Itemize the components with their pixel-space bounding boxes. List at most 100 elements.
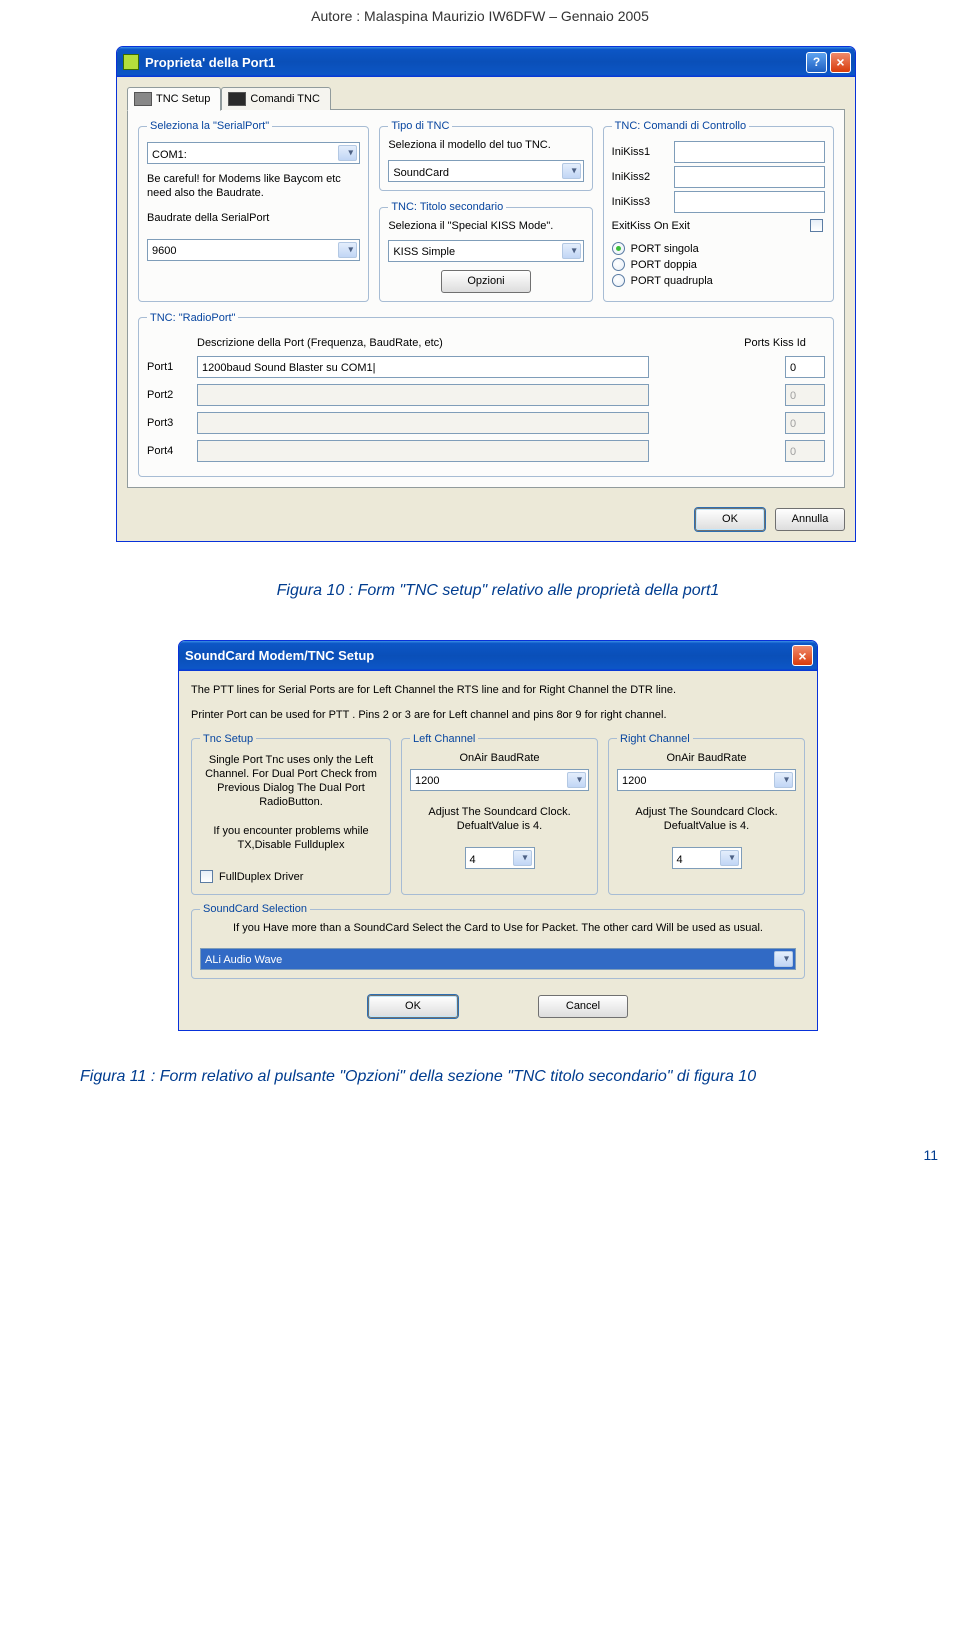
exitkiss-label: ExitKiss On Exit	[612, 220, 690, 232]
left-clock-dropdown[interactable]: 4	[465, 847, 535, 869]
radio-icon	[612, 274, 625, 287]
desc-header: Descrizione della Port (Frequenza, BaudR…	[197, 336, 559, 350]
left-clock-label: Adjust The Soundcard Clock. DefualtValue…	[410, 805, 589, 834]
soundcard-sel-text: If you Have more than a SoundCard Select…	[200, 921, 796, 935]
group-comandi-controllo: TNC: Comandi di Controllo IniKiss1 IniKi…	[603, 120, 834, 302]
baudrate-label: Baudrate della SerialPort	[147, 211, 360, 225]
soundcard-dropdown[interactable]: ALi Audio Wave	[200, 948, 796, 970]
comandi-icon	[228, 92, 246, 106]
exitkiss-checkbox[interactable]	[810, 219, 823, 232]
legend: Tnc Setup	[200, 733, 256, 745]
serialport-dropdown[interactable]: COM1:	[147, 142, 360, 164]
inikiss1-input[interactable]	[674, 141, 825, 163]
port3-kissid-input: 0	[785, 412, 825, 434]
port2-kissid-value: 0	[790, 390, 796, 402]
port3-label: Port3	[147, 417, 189, 429]
page-number: 11	[0, 1147, 960, 1163]
dialog2-titlebar[interactable]: SoundCard Modem/TNC Setup ×	[179, 641, 817, 671]
tab-tnc-setup[interactable]: TNC Setup	[127, 87, 221, 111]
group-tnc-setup: Tnc Setup Single Port Tnc uses only the …	[191, 733, 391, 896]
port-singola-radio[interactable]: PORT singola	[612, 242, 825, 255]
serial-warning: Be careful! for Modems like Baycom etc n…	[147, 172, 360, 201]
intro-text-1: The PTT lines for Serial Ports are for L…	[191, 683, 805, 698]
annulla-label: Annulla	[792, 513, 829, 525]
port1-desc-value: 1200baud Sound Blaster su COM1|	[202, 362, 375, 374]
fullduplex-label: FullDuplex Driver	[219, 871, 303, 883]
app-icon	[123, 54, 139, 70]
left-clock-value: 4	[470, 854, 476, 866]
port3-desc-input	[197, 412, 649, 434]
legend: Right Channel	[617, 733, 693, 745]
intro-text-2: Printer Port can be used for PTT . Pins …	[191, 708, 805, 723]
port1-desc-input[interactable]: 1200baud Sound Blaster su COM1|	[197, 356, 649, 378]
port4-label: Port4	[147, 445, 189, 457]
dialog1-titlebar[interactable]: Proprieta' della Port1 ? ×	[117, 47, 855, 77]
tipo-tnc-dropdown[interactable]: SoundCard	[388, 160, 583, 182]
annulla-button[interactable]: Annulla	[775, 508, 845, 531]
right-baud-label: OnAir BaudRate	[617, 751, 796, 765]
inikiss2-input[interactable]	[674, 166, 825, 188]
serialport-value: COM1:	[152, 149, 187, 161]
left-baud-dropdown[interactable]: 1200	[410, 769, 589, 791]
fullduplex-checkbox[interactable]	[200, 870, 213, 883]
port-singola-label: PORT singola	[631, 243, 699, 255]
tncsetup-text1: Single Port Tnc uses only the Left Chann…	[200, 753, 382, 810]
port4-kissid-value: 0	[790, 446, 796, 458]
inikiss1-label: IniKiss1	[612, 146, 668, 158]
tab-label: Comandi TNC	[250, 93, 320, 105]
group-tipo-tnc: Tipo di TNC Seleziona il modello del tuo…	[379, 120, 592, 191]
legend: Tipo di TNC	[388, 120, 452, 132]
legend: Seleziona la "SerialPort"	[147, 120, 272, 132]
port1-kissid-input[interactable]: 0	[785, 356, 825, 378]
port2-label: Port2	[147, 389, 189, 401]
baudrate-dropdown[interactable]: 9600	[147, 239, 360, 261]
close-button[interactable]: ×	[792, 645, 813, 666]
group-left-channel: Left Channel OnAir BaudRate 1200 Adjust …	[401, 733, 598, 896]
port2-desc-input	[197, 384, 649, 406]
group-right-channel: Right Channel OnAir BaudRate 1200 Adjust…	[608, 733, 805, 896]
port-doppia-radio[interactable]: PORT doppia	[612, 258, 825, 271]
port1-label: Port1	[147, 361, 189, 373]
right-baud-dropdown[interactable]: 1200	[617, 769, 796, 791]
ok-label: OK	[405, 1000, 421, 1012]
legend: TNC: "RadioPort"	[147, 312, 238, 324]
tab-label: TNC Setup	[156, 93, 210, 105]
port3-kissid-value: 0	[790, 418, 796, 430]
radio-icon	[612, 258, 625, 271]
port-quadrupla-radio[interactable]: PORT quadrupla	[612, 274, 825, 287]
port4-desc-input	[197, 440, 649, 462]
page-header: Autore : Malaspina Maurizio IW6DFW – Gen…	[0, 0, 960, 46]
dialog1-title: Proprieta' della Port1	[145, 55, 275, 70]
ok-button[interactable]: OK	[695, 508, 765, 531]
right-clock-dropdown[interactable]: 4	[672, 847, 742, 869]
kissmode-dropdown[interactable]: KISS Simple	[388, 240, 583, 262]
cancel-button[interactable]: Cancel	[538, 995, 628, 1018]
group-soundcard-selection: SoundCard Selection If you Have more tha…	[191, 903, 805, 978]
inikiss3-label: IniKiss3	[612, 196, 668, 208]
help-button[interactable]: ?	[806, 52, 827, 73]
legend: TNC: Comandi di Controllo	[612, 120, 749, 132]
port-doppia-label: PORT doppia	[631, 259, 697, 271]
opzioni-label: Opzioni	[467, 275, 504, 287]
inikiss3-input[interactable]	[674, 191, 825, 213]
kissmode-value: KISS Simple	[393, 246, 455, 258]
tab-comandi-tnc[interactable]: Comandi TNC	[221, 87, 331, 110]
kissid-header: Ports Kiss Id	[725, 336, 825, 350]
caption-figura-10: Figura 10 : Form "TNC setup" relativo al…	[116, 582, 880, 600]
right-clock-label: Adjust The Soundcard Clock. DefualtValue…	[617, 805, 796, 834]
group-serialport: Seleziona la "SerialPort" COM1: Be caref…	[138, 120, 369, 302]
kissmode-text: Seleziona il "Special KISS Mode".	[388, 219, 583, 233]
close-button[interactable]: ×	[830, 52, 851, 73]
inikiss2-label: IniKiss2	[612, 171, 668, 183]
opzioni-button[interactable]: Opzioni	[441, 270, 531, 293]
right-clock-value: 4	[677, 854, 683, 866]
port-quadrupla-label: PORT quadrupla	[631, 275, 713, 287]
port2-kissid-input: 0	[785, 384, 825, 406]
legend: TNC: Titolo secondario	[388, 201, 506, 213]
caption-figura-11: Figura 11 : Form relativo al pulsante "O…	[80, 1067, 960, 1088]
cancel-label: Cancel	[566, 1000, 600, 1012]
ok-button[interactable]: OK	[368, 995, 458, 1018]
legend: SoundCard Selection	[200, 903, 310, 915]
legend: Left Channel	[410, 733, 478, 745]
left-baud-value: 1200	[415, 775, 439, 787]
